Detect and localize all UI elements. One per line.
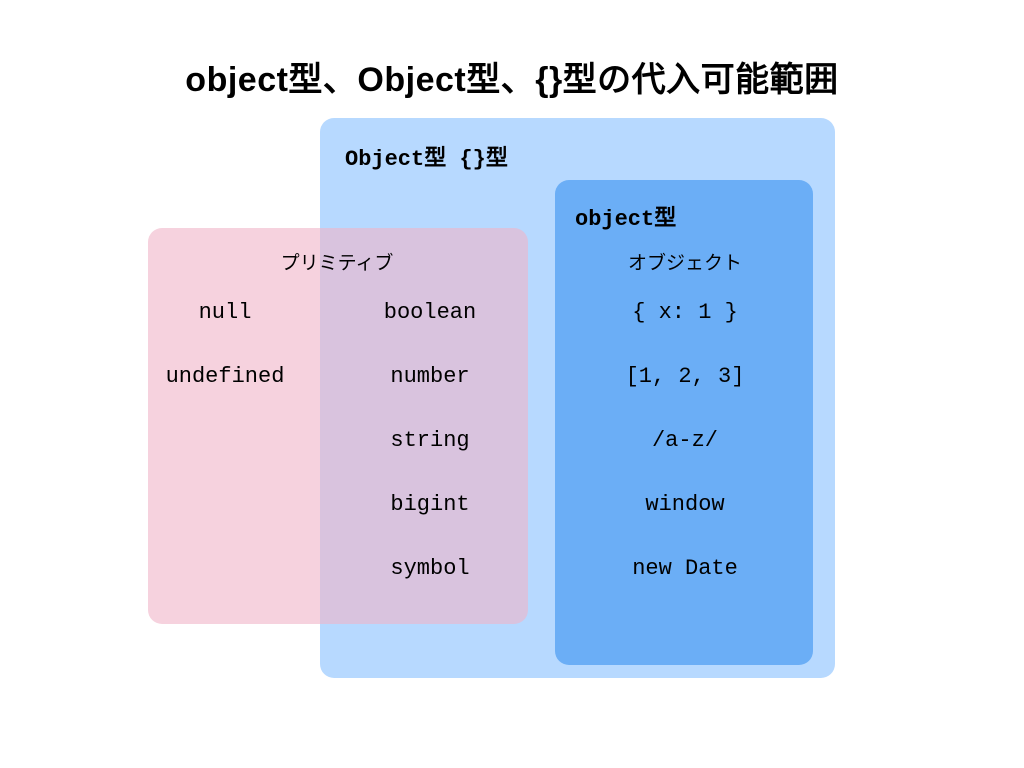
item-regex: /a-z/ bbox=[575, 428, 795, 453]
item-window: window bbox=[575, 492, 795, 517]
item-null: null bbox=[160, 300, 290, 325]
item-undefined: undefined bbox=[140, 364, 310, 389]
diagram-title: object型、Object型、{}型の代入可能範囲 bbox=[0, 52, 1024, 101]
item-array: [1, 2, 3] bbox=[575, 364, 795, 389]
label-object-values: オブジェクト bbox=[585, 248, 785, 275]
label-object-lowercase: object型 bbox=[575, 200, 676, 232]
item-new-date: new Date bbox=[575, 556, 795, 581]
item-boolean: boolean bbox=[350, 300, 510, 325]
item-string: string bbox=[350, 428, 510, 453]
label-primitive: プリミティブ bbox=[242, 248, 432, 275]
item-bigint: bigint bbox=[350, 492, 510, 517]
item-symbol: symbol bbox=[350, 556, 510, 581]
label-object-capital: Object型 {}型 bbox=[345, 140, 508, 172]
item-number: number bbox=[350, 364, 510, 389]
diagram-stage: object型、Object型、{}型の代入可能範囲 Object型 {}型 o… bbox=[0, 0, 1024, 768]
item-obj-literal: { x: 1 } bbox=[575, 300, 795, 325]
